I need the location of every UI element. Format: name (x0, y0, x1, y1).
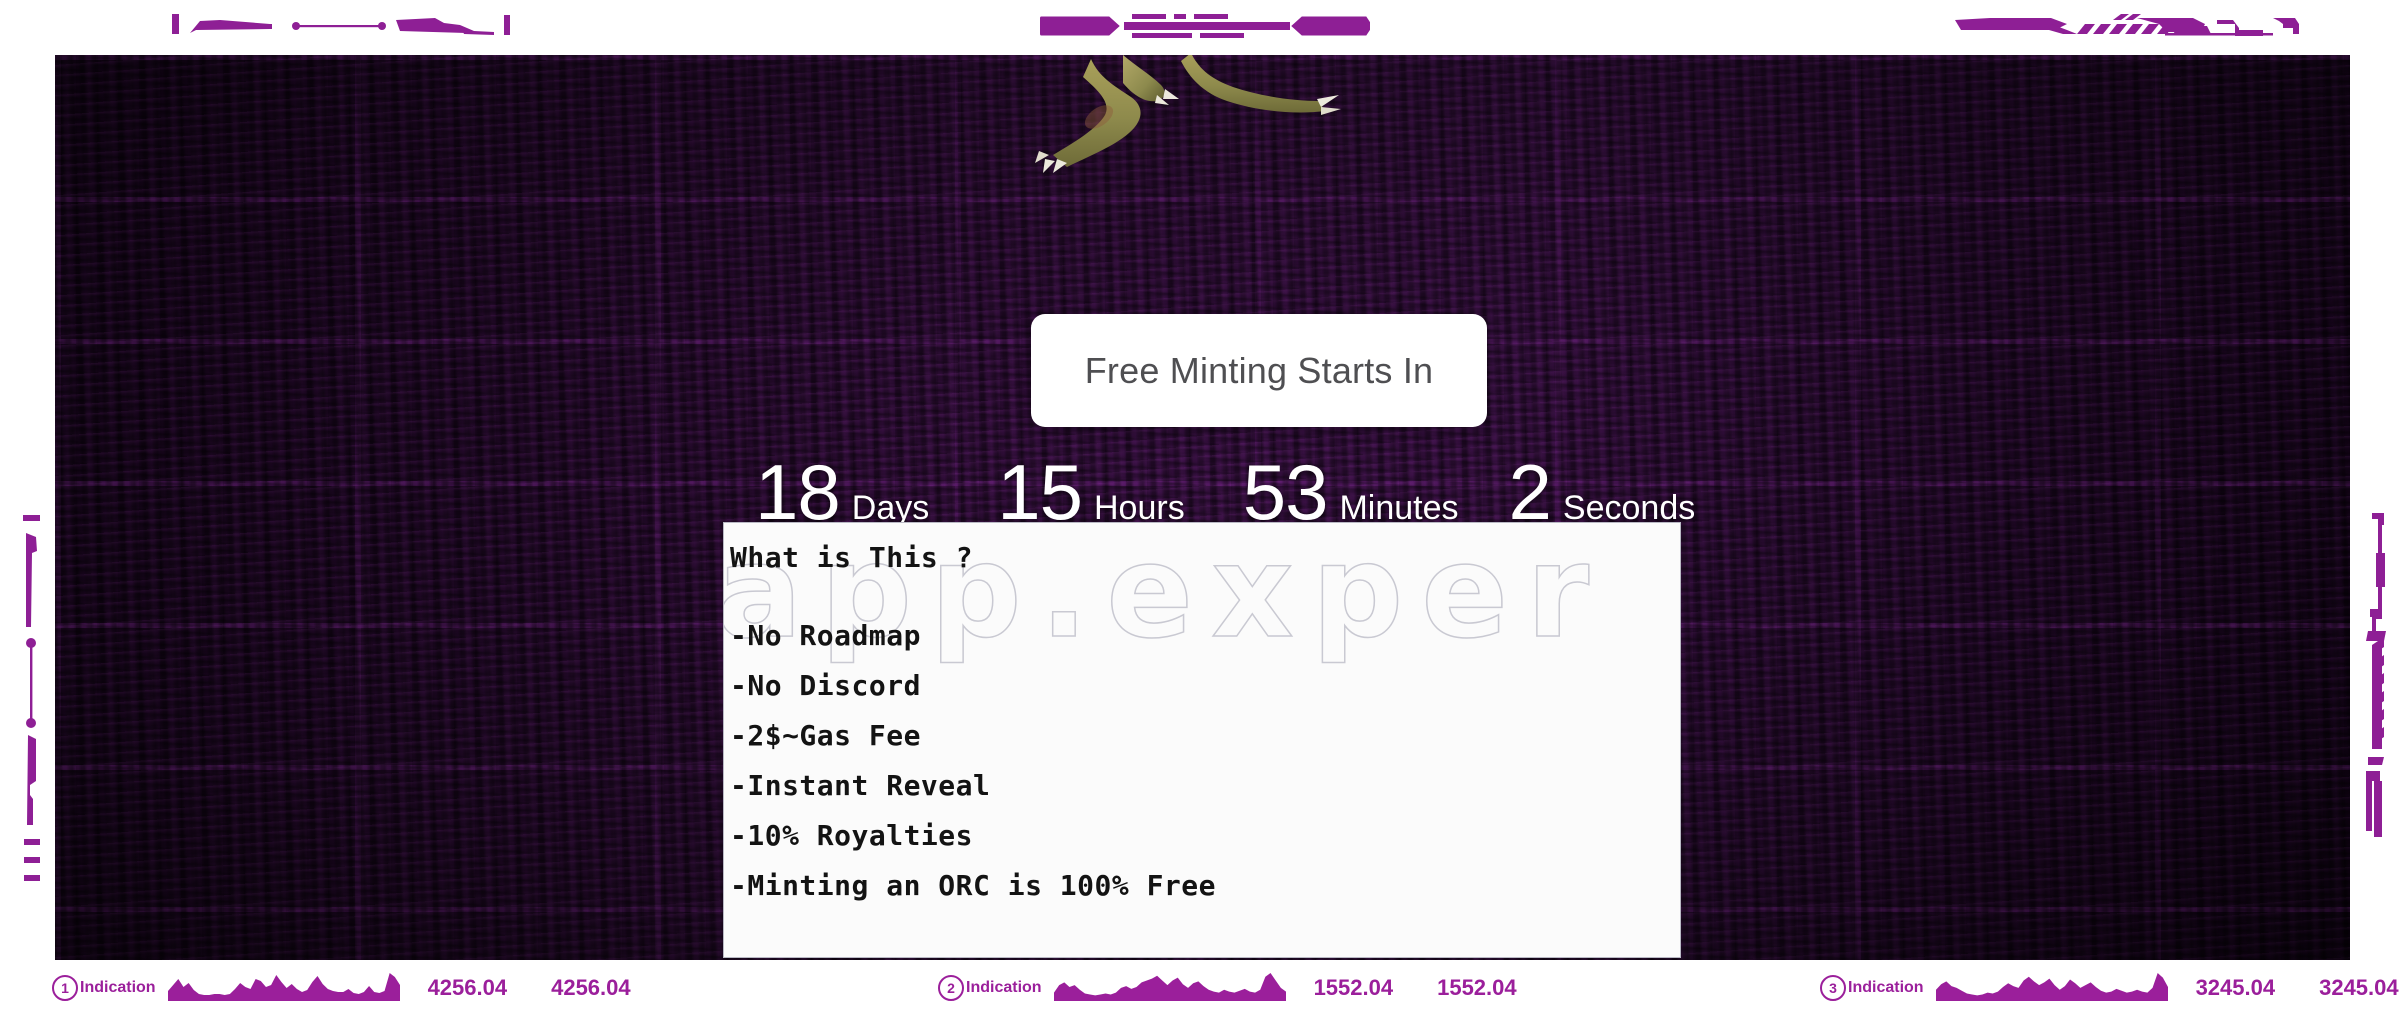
indicator-row-3[interactable]: 3 Indication 3245.04 3245.04 (1820, 960, 2399, 1016)
decoration-right-edge (2350, 495, 2400, 885)
orc-claws-icon (995, 55, 1375, 196)
indicator-value-left: 3245.04 (2195, 975, 2276, 1000)
indicator-label: Indication (80, 979, 156, 996)
sparkline-chart (1935, 971, 2168, 1006)
list-item: -10% Royalties (730, 819, 974, 852)
countdown-hours-value: 15 (997, 448, 1083, 536)
countdown-days-value: 18 (755, 448, 841, 536)
countdown-unit-seconds: 2 Seconds (1509, 453, 1696, 531)
decoration-top-right (1955, 0, 2300, 55)
list-item: -No Roadmap (730, 619, 921, 652)
indicator-value-right: 3245.04 (2319, 975, 2399, 1000)
list-item: -Instant Reveal (730, 769, 991, 802)
page-title: Free Minting Starts In (1084, 349, 1434, 391)
indicator-row-1[interactable]: 1 Indication 4256.04 4256.04 (52, 960, 631, 1016)
countdown-unit-hours: 15 Hours (997, 453, 1184, 531)
indicator-number-badge: 1 (52, 975, 78, 1001)
decoration-top-center (1034, 0, 1373, 55)
sparkline-chart (167, 971, 400, 1006)
indicator-label: Indication (966, 979, 1042, 996)
info-panel-content: What is This ? -No Roadmap -No Discord -… (724, 523, 1680, 900)
decoration-left-edge (0, 495, 55, 885)
headline-box: Free Minting Starts In (1031, 314, 1487, 427)
indicator-value-left: 1552.04 (1313, 975, 1394, 1000)
info-panel: app.exper What is This ? -No Roadmap -No… (723, 522, 1681, 958)
list-item: -No Discord (730, 669, 921, 702)
info-panel-title: What is This ? (730, 541, 974, 574)
indicator-value-right: 4256.04 (551, 975, 631, 1000)
indicator-number-badge: 2 (938, 975, 964, 1001)
indicator-number-badge: 3 (1820, 975, 1846, 1001)
countdown-minutes-value: 53 (1242, 448, 1329, 536)
countdown-seconds-value: 2 (1508, 448, 1552, 536)
sparkline-chart (1053, 971, 1286, 1006)
indicator-value-right: 1552.04 (1437, 975, 1517, 1000)
indicator-row-2[interactable]: 2 Indication 1552.04 1552.04 (938, 960, 1517, 1016)
indicator-value-left: 4256.04 (427, 975, 508, 1000)
list-item: -Minting an ORC is 100% Free (730, 869, 1217, 902)
countdown-unit-minutes: 53 Minutes (1243, 453, 1459, 531)
countdown-unit-days: 18 Days (755, 453, 929, 531)
list-item: -2$~Gas Fee (730, 719, 921, 752)
decoration-top-left (60, 0, 510, 55)
page-root: Free Minting Starts In 18 Days 15 Hours … (0, 0, 2400, 1016)
indicator-label: Indication (1848, 979, 1924, 996)
indicator-bar: 1 Indication 4256.04 4256.04 2 Indicatio… (0, 960, 2400, 1016)
